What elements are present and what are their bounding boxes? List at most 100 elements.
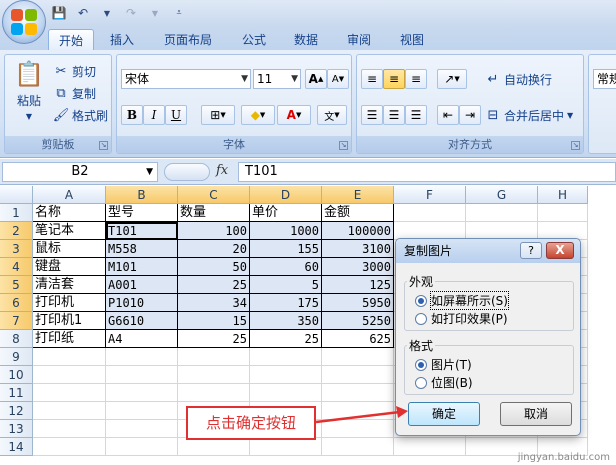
cell-D2[interactable]: 1000 — [250, 222, 322, 240]
close-button[interactable]: X — [546, 242, 574, 259]
cell-E6[interactable]: 5950 — [322, 294, 394, 312]
cell-C10[interactable] — [178, 366, 250, 384]
cell-E14[interactable] — [322, 438, 394, 456]
cell-C14[interactable] — [178, 438, 250, 456]
align-bottom-button[interactable]: ≡ — [405, 69, 427, 89]
cell-H1[interactable] — [538, 204, 588, 222]
align-right-button[interactable]: ☰ — [405, 105, 427, 125]
cell-B13[interactable] — [106, 420, 178, 438]
tab-review[interactable]: 审阅 — [337, 29, 381, 50]
font-name-select[interactable]: 宋体 ▼ — [121, 69, 251, 89]
column-header[interactable]: A — [33, 186, 106, 204]
cell-A4[interactable]: 键盘 — [33, 258, 106, 276]
cell-C6[interactable]: 34 — [178, 294, 250, 312]
cell-B12[interactable] — [106, 402, 178, 420]
column-header[interactable]: E — [322, 186, 394, 204]
cell-D6[interactable]: 175 — [250, 294, 322, 312]
cell-A12[interactable] — [33, 402, 106, 420]
row-header[interactable]: 2 — [0, 222, 33, 240]
increase-indent-button[interactable]: ⇥ — [459, 105, 481, 125]
fill-color-button[interactable]: ◆ ▼ — [241, 105, 275, 125]
row-header[interactable]: 5 — [0, 276, 33, 294]
row-header[interactable]: 11 — [0, 384, 33, 402]
row-header[interactable]: 6 — [0, 294, 33, 312]
cell-A3[interactable]: 鼠标 — [33, 240, 106, 258]
column-header[interactable]: F — [394, 186, 466, 204]
cell-E3[interactable]: 3100 — [322, 240, 394, 258]
row-header[interactable]: 10 — [0, 366, 33, 384]
cell-E2[interactable]: 100000 — [322, 222, 394, 240]
font-size-select[interactable]: 11 ▼ — [253, 69, 301, 89]
row-header[interactable]: 3 — [0, 240, 33, 258]
cell-E7[interactable]: 5250 — [322, 312, 394, 330]
cell-F1[interactable] — [394, 204, 466, 222]
cell-A8[interactable]: 打印纸 — [33, 330, 106, 348]
cell-E9[interactable] — [322, 348, 394, 366]
cell-D4[interactable]: 60 — [250, 258, 322, 276]
cell-C7[interactable]: 15 — [178, 312, 250, 330]
undo-dropdown-icon[interactable]: ▼ — [98, 4, 116, 22]
cell-A1[interactable]: 名称 — [33, 204, 106, 222]
cell-B3[interactable]: M558 — [106, 240, 178, 258]
cell-B1[interactable]: 型号 — [106, 204, 178, 222]
paste-button[interactable]: 📋 粘贴 ▼ — [11, 59, 47, 121]
row-header[interactable]: 14 — [0, 438, 33, 456]
row-header[interactable]: 7 — [0, 312, 33, 330]
underline-button[interactable]: U — [165, 105, 187, 125]
cell-A7[interactable]: 打印机1 — [33, 312, 106, 330]
cell-B9[interactable] — [106, 348, 178, 366]
cell-D5[interactable]: 5 — [250, 276, 322, 294]
cell-B4[interactable]: M101 — [106, 258, 178, 276]
insert-function-icon[interactable]: fx — [216, 163, 228, 178]
align-left-button[interactable]: ☰ — [361, 105, 383, 125]
cancel-button[interactable]: 取消 — [500, 402, 572, 426]
cell-B6[interactable]: P1010 — [106, 294, 178, 312]
cut-button[interactable]: ✂ 剪切 — [53, 63, 96, 80]
tab-page-layout[interactable]: 页面布局 — [154, 29, 222, 50]
wrap-text-button[interactable]: ↵ 自动换行 — [485, 71, 552, 88]
cell-D7[interactable]: 350 — [250, 312, 322, 330]
radio-as-shown-when-printed[interactable]: 如打印效果(P) — [415, 310, 508, 327]
cell-A14[interactable] — [33, 438, 106, 456]
cell-C9[interactable] — [178, 348, 250, 366]
help-button[interactable]: ? — [520, 242, 542, 259]
font-color-button[interactable]: A ▼ — [277, 105, 311, 125]
clipboard-launcher-icon[interactable]: ↘ — [99, 141, 108, 150]
radio-bitmap[interactable]: 位图(B) — [415, 374, 473, 391]
cell-E5[interactable]: 125 — [322, 276, 394, 294]
cell-C8[interactable]: 25 — [178, 330, 250, 348]
radio-as-shown-on-screen[interactable]: 如屏幕所示(S) — [415, 291, 509, 310]
row-header[interactable]: 13 — [0, 420, 33, 438]
cell-A11[interactable] — [33, 384, 106, 402]
cell-E8[interactable]: 625 — [322, 330, 394, 348]
radio-picture[interactable]: 图片(T) — [415, 356, 472, 373]
cell-D8[interactable]: 25 — [250, 330, 322, 348]
cell-D1[interactable]: 单价 — [250, 204, 322, 222]
column-header[interactable]: H — [538, 186, 588, 204]
redo-dropdown-icon[interactable]: ▼ — [146, 4, 164, 22]
cell-B5[interactable]: A001 — [106, 276, 178, 294]
grow-font-button[interactable]: A ▲ — [305, 69, 327, 89]
orientation-button[interactable]: ↗ ▼ — [437, 69, 467, 89]
cell-C4[interactable]: 50 — [178, 258, 250, 276]
cell-B8[interactable]: A4 — [106, 330, 178, 348]
tab-formulas[interactable]: 公式 — [232, 29, 276, 50]
align-top-button[interactable]: ≡ — [361, 69, 383, 89]
save-icon[interactable]: 💾 — [50, 4, 68, 22]
cell-A2[interactable]: 笔记本 — [33, 222, 106, 240]
cell-C2[interactable]: 100 — [178, 222, 250, 240]
font-launcher-icon[interactable]: ↘ — [339, 141, 348, 150]
formula-input[interactable]: T101 — [238, 162, 616, 182]
formula-bar-expander[interactable] — [164, 163, 210, 181]
cell-D14[interactable] — [250, 438, 322, 456]
cell-B10[interactable] — [106, 366, 178, 384]
cell-E4[interactable]: 3000 — [322, 258, 394, 276]
redo-icon[interactable]: ↷ — [122, 4, 140, 22]
cell-D9[interactable] — [250, 348, 322, 366]
row-header[interactable]: 1 — [0, 204, 33, 222]
cell-F14[interactable] — [394, 438, 466, 456]
align-center-button[interactable]: ☰ — [383, 105, 405, 125]
name-box[interactable]: B2 ▼ — [2, 162, 158, 182]
cell-C3[interactable]: 20 — [178, 240, 250, 258]
column-header[interactable]: C — [178, 186, 250, 204]
